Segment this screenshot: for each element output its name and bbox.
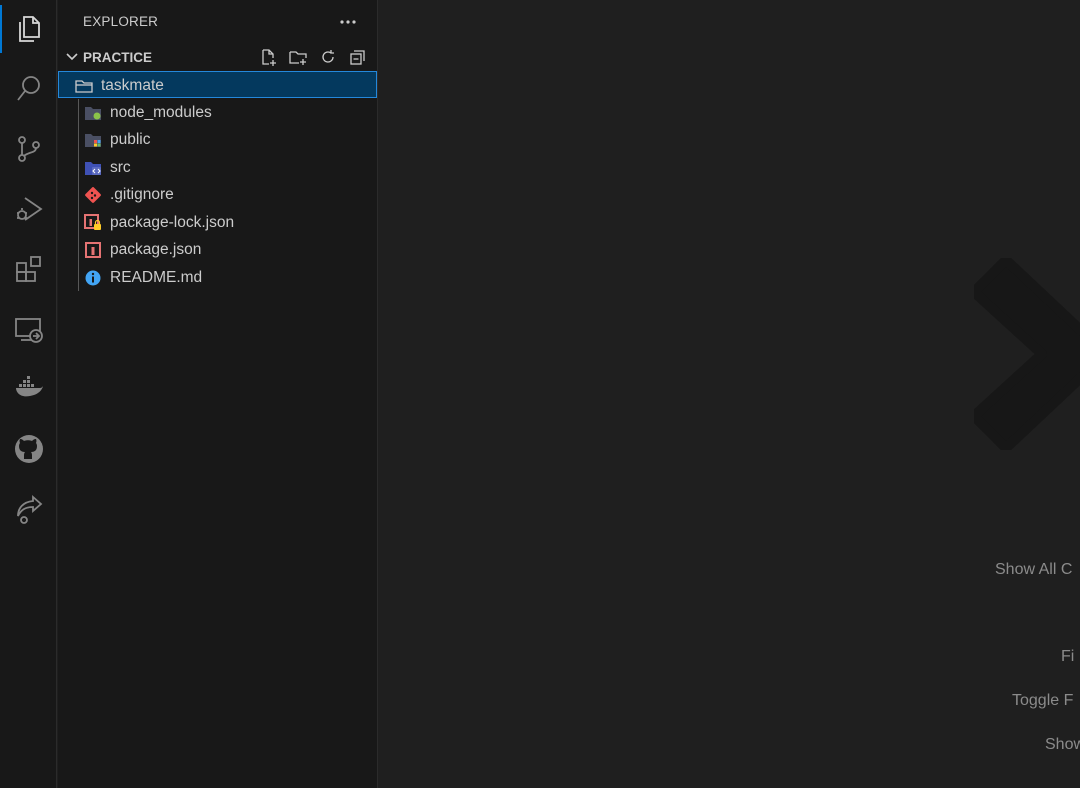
tree-item-node-modules[interactable]: node_modules xyxy=(58,99,377,126)
workspace-title: PRACTICE xyxy=(83,50,153,65)
new-folder-icon xyxy=(289,51,307,65)
tree-item-label: node_modules xyxy=(110,104,212,121)
github-icon[interactable] xyxy=(0,425,57,473)
tree-item-label: README.md xyxy=(110,269,203,286)
sidebar-header: EXPLORER xyxy=(58,0,378,44)
npm-lock-icon xyxy=(84,214,101,230)
new-file-icon xyxy=(262,49,276,66)
collapse-all-button[interactable] xyxy=(346,46,370,68)
hint-find: Fi xyxy=(1061,648,1075,665)
refresh-icon xyxy=(322,50,334,63)
workspace-section-header[interactable]: PRACTICE xyxy=(58,44,378,70)
hint-show: Show xyxy=(1045,736,1080,753)
info-icon xyxy=(85,270,101,286)
src-folder-icon xyxy=(85,162,101,175)
extensions-icon[interactable] xyxy=(0,245,57,293)
live-share-icon[interactable] xyxy=(0,485,57,533)
editor-area: Show All C Fi Toggle F Show xyxy=(378,0,1080,788)
search-icon[interactable] xyxy=(0,65,57,113)
tree-item-gitignore[interactable]: .gitignore xyxy=(58,181,377,208)
hint-toggle: Toggle F xyxy=(1012,692,1074,709)
collapse-all-icon xyxy=(350,50,365,65)
docker-icon[interactable] xyxy=(0,365,57,413)
ellipsis-icon xyxy=(340,20,356,24)
source-control-icon[interactable] xyxy=(0,125,57,173)
more-actions-button[interactable] xyxy=(336,12,360,32)
activity-bar xyxy=(0,0,57,788)
tree-item-src[interactable]: src xyxy=(58,154,377,181)
tree-item-label: taskmate xyxy=(101,77,164,94)
tree-item-package-json[interactable]: package.json xyxy=(58,236,377,263)
sidebar-title: EXPLORER xyxy=(83,14,159,29)
folder-open-icon xyxy=(75,80,93,93)
tree-item-package-lock[interactable]: package-lock.json xyxy=(58,209,377,236)
explorer-sidebar: EXPLORER PRACTICE taskmate node_modules … xyxy=(58,0,378,788)
node-modules-folder-icon xyxy=(85,107,101,120)
tree-item-label: public xyxy=(110,131,151,148)
tree-item-label: src xyxy=(110,159,131,176)
tree-item-public[interactable]: public xyxy=(58,126,377,153)
public-folder-icon xyxy=(85,134,101,147)
explorer-icon[interactable] xyxy=(0,5,57,53)
hint-show-all-commands: Show All C xyxy=(995,561,1073,578)
tree-item-readme[interactable]: README.md xyxy=(58,264,377,291)
tree-item-label: .gitignore xyxy=(110,186,174,203)
new-folder-button[interactable] xyxy=(286,46,310,68)
refresh-button[interactable] xyxy=(316,46,340,68)
chevron-down-icon xyxy=(66,53,78,61)
git-icon xyxy=(85,187,101,203)
tree-item-taskmate[interactable]: taskmate xyxy=(58,71,377,98)
new-file-button[interactable] xyxy=(256,46,280,68)
remote-explorer-icon[interactable] xyxy=(0,305,57,353)
run-debug-icon[interactable] xyxy=(0,185,57,233)
vscode-logo-watermark xyxy=(974,258,1080,450)
tree-item-label: package.json xyxy=(110,241,202,258)
tree-item-label: package-lock.json xyxy=(110,214,235,231)
npm-icon xyxy=(85,242,101,258)
